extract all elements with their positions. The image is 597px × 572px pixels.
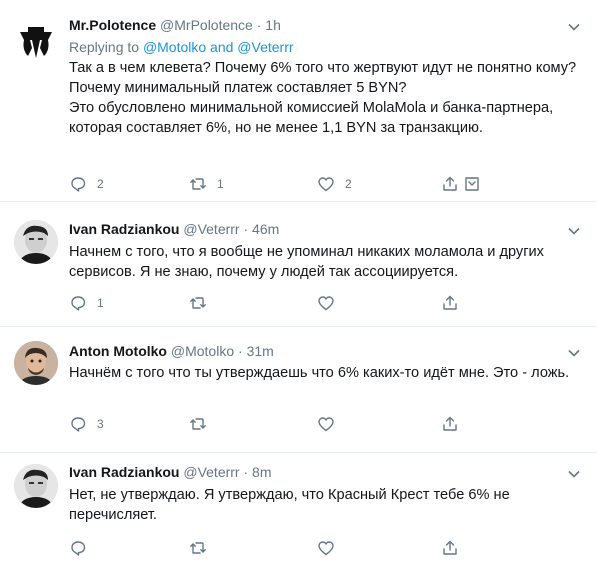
author-name[interactable]: Ivan Radziankou <box>69 464 179 480</box>
tweet[interactable]: Anton Motolko @Motolko · 31m Начнём с то… <box>0 327 597 453</box>
heart-icon <box>318 417 334 432</box>
avatar[interactable] <box>14 220 58 264</box>
author-handle[interactable]: @MrPolotence <box>160 17 253 33</box>
separator: · <box>243 221 249 237</box>
tweet-actions <box>69 538 489 558</box>
chevron-down-icon[interactable] <box>567 346 581 360</box>
author-handle[interactable]: @Motolko <box>171 343 234 359</box>
reply-icon <box>71 177 86 192</box>
tweet-header: Ivan Radziankou @Veterrr · 46m <box>69 220 279 238</box>
share-button[interactable] <box>441 174 459 194</box>
separator: · <box>256 17 262 33</box>
tweet-text: Начнем с того, что я вообще не упоминал … <box>69 242 584 282</box>
reply-count: 3 <box>97 417 104 431</box>
author-handle[interactable]: @Veterrr <box>183 464 239 480</box>
separator: · <box>243 464 249 480</box>
reply-icon <box>71 541 86 556</box>
like-count: 2 <box>345 177 352 191</box>
share-button[interactable] <box>441 538 459 558</box>
tweet-header: Ivan Radziankou @Veterrr · 8m <box>69 463 272 481</box>
tweet-actions: 2 1 2 <box>69 174 489 194</box>
reply-button[interactable]: 3 <box>69 414 104 434</box>
retweet-icon <box>190 542 206 554</box>
avatar[interactable] <box>14 341 58 385</box>
retweet-count: 1 <box>217 177 224 191</box>
share-icon <box>443 295 457 310</box>
reply-count: 1 <box>97 296 104 310</box>
tweet-text-line: Нет, не утверждаю. Я утверждаю, что Крас… <box>69 487 510 523</box>
heart-icon <box>318 541 334 556</box>
like-button[interactable] <box>317 293 345 313</box>
timestamp[interactable]: 1h <box>265 17 281 33</box>
retweet-button[interactable] <box>189 293 217 313</box>
retweet-button[interactable]: 1 <box>189 174 224 194</box>
replying-to: Replying to @Motolko and @Veterrr <box>69 38 294 56</box>
heart-icon <box>318 296 334 311</box>
author-handle[interactable]: @Veterrr <box>183 221 239 237</box>
retweet-button[interactable] <box>189 538 217 558</box>
replying-users-link[interactable]: @Motolko and @Veterrr <box>143 39 294 55</box>
tweet-header: Anton Motolko @Motolko · 31m <box>69 342 274 360</box>
tweet-text-line: Начнем с того, что я вообще не упоминал … <box>69 244 544 280</box>
tweet-text-line: Почему минимальный платеж составляет 5 B… <box>69 80 407 96</box>
chevron-down-icon[interactable] <box>567 224 581 238</box>
timestamp[interactable]: 8m <box>252 464 271 480</box>
reply-button[interactable]: 2 <box>69 174 104 194</box>
tweet-text-line: Так а в чем клевета? Почему 6% того что … <box>69 60 577 76</box>
share-button[interactable] <box>441 414 459 434</box>
chevron-down-icon[interactable] <box>567 467 581 481</box>
tweet[interactable]: Ivan Radziankou @Veterrr · 46m Начнем с … <box>0 202 597 327</box>
like-button[interactable]: 2 <box>317 174 352 194</box>
tweet-text: Нет, не утверждаю. Я утверждаю, что Крас… <box>69 485 584 525</box>
retweet-button[interactable] <box>189 414 217 434</box>
retweet-icon <box>190 178 206 190</box>
like-button[interactable] <box>317 414 345 434</box>
tweet-header: Mr.Polotence @MrPolotence · 1h <box>69 16 281 34</box>
avatar[interactable] <box>14 18 58 62</box>
reply-count: 2 <box>97 177 104 191</box>
retweet-icon <box>190 418 206 430</box>
share-icon <box>443 540 457 555</box>
share-icon <box>443 176 457 191</box>
chevron-down-icon[interactable] <box>567 20 581 34</box>
reply-icon <box>71 296 86 311</box>
bookmark-button[interactable] <box>463 174 481 194</box>
tweet-text-line: Это обусловлено минимальной комиссией Mo… <box>69 100 554 136</box>
heart-icon <box>318 177 334 192</box>
tweet[interactable]: Ivan Radziankou @Veterrr · 8m Нет, не ут… <box>0 453 597 572</box>
bookmark-icon <box>465 177 479 191</box>
reply-icon <box>71 417 86 432</box>
like-button[interactable] <box>317 538 345 558</box>
reply-button[interactable] <box>69 538 97 558</box>
reply-button[interactable]: 1 <box>69 293 104 313</box>
tweet-actions: 1 <box>69 293 489 313</box>
tweet-text-line: Начнём с того что ты утверждаешь что 6% … <box>69 365 570 381</box>
author-name[interactable]: Ivan Radziankou <box>69 221 179 237</box>
tweet[interactable]: Mr.Polotence @MrPolotence · 1h Replying … <box>0 0 597 202</box>
share-button[interactable] <box>441 293 459 313</box>
tweet-text: Так а в чем клевета? Почему 6% того что … <box>69 58 584 138</box>
timestamp[interactable]: 46m <box>252 221 279 237</box>
share-icon <box>443 416 457 431</box>
avatar[interactable] <box>14 464 58 508</box>
author-name[interactable]: Anton Motolko <box>69 343 167 359</box>
tweet-actions: 3 <box>69 414 489 434</box>
author-name[interactable]: Mr.Polotence <box>69 17 156 33</box>
replying-prefix: Replying to <box>69 39 140 55</box>
retweet-icon <box>190 297 206 309</box>
tweet-text: Начнём с того что ты утверждаешь что 6% … <box>69 363 584 383</box>
separator: · <box>238 343 243 359</box>
timestamp[interactable]: 31m <box>247 343 274 359</box>
